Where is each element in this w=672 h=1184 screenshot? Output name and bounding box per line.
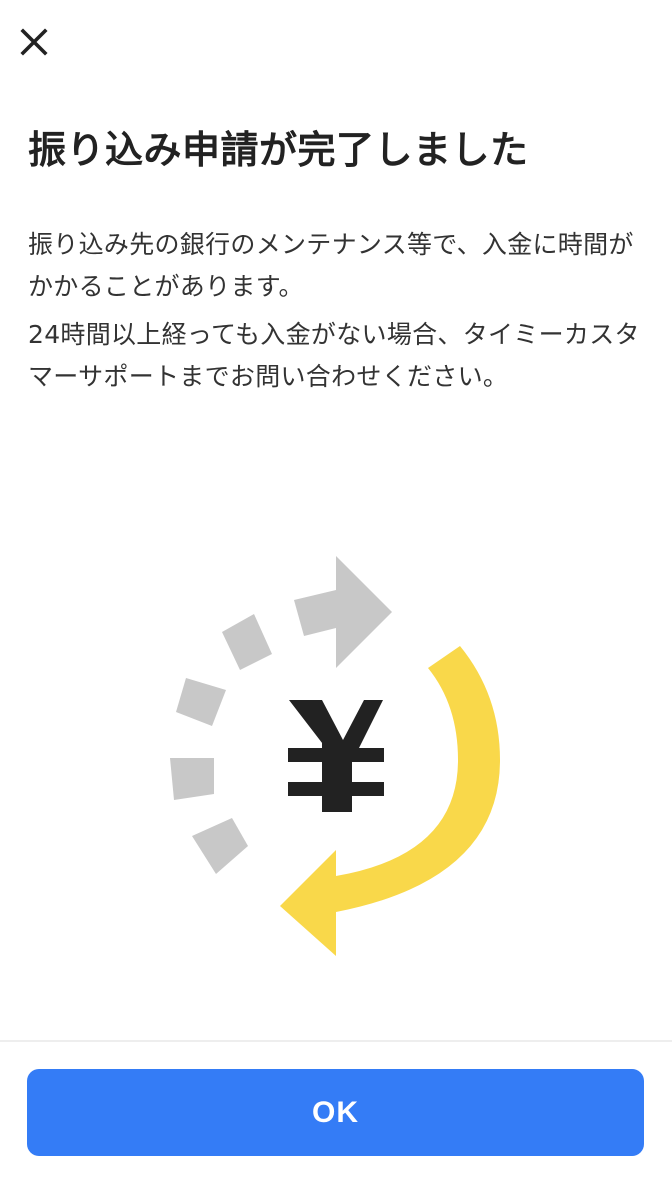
gray-arrow-head xyxy=(336,556,392,668)
footer-divider xyxy=(0,1040,672,1042)
yen-exchange-icon xyxy=(170,556,500,956)
yellow-arrow-head xyxy=(280,850,336,956)
page-title: 振り込み申請が完了しました xyxy=(28,128,529,172)
yellow-arc xyxy=(336,646,500,912)
ok-button[interactable]: OK xyxy=(27,1069,644,1156)
close-icon xyxy=(20,28,48,56)
yen-symbol xyxy=(288,700,384,812)
description-maintenance: 振り込み先の銀行のメンテナンス等で、入金に時間がかかることがあります。 xyxy=(28,230,634,301)
close-button[interactable] xyxy=(14,22,54,62)
gray-dashes xyxy=(170,590,336,874)
description-support: 24時間以上経っても入金がない場合、タイミーカスタマーサポートまでお問い合わせく… xyxy=(28,320,640,391)
